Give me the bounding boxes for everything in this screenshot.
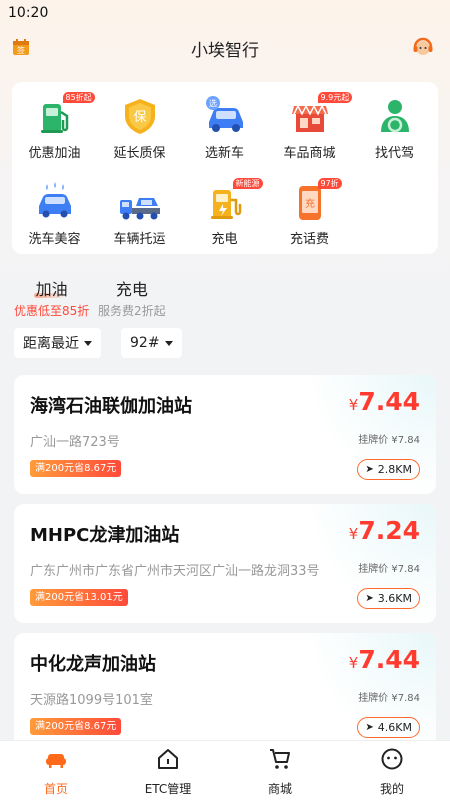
service-shop[interactable]: 9.9元起 车品商城 xyxy=(267,88,353,168)
customer-service-icon[interactable] xyxy=(412,36,434,58)
station-card[interactable]: 海湾石油联伽加油站 广汕一路723号 满200元省8.67元 ¥7.44 挂牌价… xyxy=(14,375,436,494)
station-address: 广东广州市广东省广州市天河区广汕一路龙洞33号 xyxy=(30,564,320,579)
service-label: 找代驾 xyxy=(374,146,414,161)
cart-icon xyxy=(270,749,290,769)
tab-mall[interactable]: 商城 xyxy=(224,747,336,797)
tow-truck-icon xyxy=(119,198,160,220)
service-label: 车品商城 xyxy=(283,146,336,161)
service-warranty[interactable]: 保 延长质保 xyxy=(97,88,182,168)
service-charging[interactable]: 新能源 充电 xyxy=(182,174,267,254)
tab-subtitle: 服务费2折起 xyxy=(98,304,166,318)
tab-label: 我的 xyxy=(379,782,404,796)
service-fuel[interactable]: 85折起 优惠加油 xyxy=(12,88,97,168)
car-wash-icon xyxy=(38,182,71,218)
service-label: 洗车美容 xyxy=(28,232,81,247)
station-name: MHPC龙津加油站 xyxy=(30,525,180,546)
tab-charging[interactable]: 充电 服务费2折起 xyxy=(98,276,166,319)
fuel-type-value: 92# xyxy=(130,335,160,351)
listed-price: 挂牌价 ¥7.84 xyxy=(358,435,420,446)
service-label: 延长质保 xyxy=(113,146,166,161)
station-address: 广汕一路723号 xyxy=(30,435,120,450)
tab-label: 充电 xyxy=(115,280,148,299)
status-bar: 10:20 xyxy=(0,0,450,26)
new-car-icon: 选 xyxy=(205,96,243,132)
sort-value: 距离最近 xyxy=(23,336,79,352)
svg-text:保: 保 xyxy=(133,110,146,125)
service-label: 优惠加油 xyxy=(28,146,81,161)
service-grid: 85折起 优惠加油 保 延长质保 选 选新车 9.9元起 车品商城 找代驾 洗车… xyxy=(12,82,438,254)
discount-price: ¥7.44 xyxy=(348,387,420,416)
status-time: 10:20 xyxy=(8,5,49,21)
tab-label: 加油 xyxy=(35,280,68,299)
tab-fuel[interactable]: 加油 优惠低至85折 xyxy=(14,276,89,319)
distance-button[interactable]: ➤ 2.8KM xyxy=(357,459,420,480)
service-driver[interactable]: 找代驾 xyxy=(352,88,437,168)
service-label: 充电 xyxy=(211,232,238,247)
navigation-arrow-icon: ➤ xyxy=(365,722,374,733)
caret-down-icon xyxy=(164,340,173,346)
promo-badge: 满200元省8.67元 xyxy=(30,460,122,477)
service-tag: 新能源 xyxy=(232,178,263,189)
bottom-tab-bar: 首页 ETC管理 商城 我的 xyxy=(0,740,450,800)
service-car-wash[interactable]: 洗车美容 xyxy=(12,174,97,254)
service-label: 选新车 xyxy=(204,146,244,161)
distance-button[interactable]: ➤ 4.6KM xyxy=(357,717,420,738)
service-new-car[interactable]: 选 选新车 xyxy=(182,88,267,168)
svg-text:充: 充 xyxy=(305,197,315,210)
station-card[interactable]: 中化龙声加油站 天源路1099号101室 满200元省8.67元 ¥7.44 挂… xyxy=(14,633,436,752)
navigation-arrow-icon: ➤ xyxy=(365,593,374,604)
home-sofa-icon xyxy=(46,754,66,768)
profile-icon xyxy=(381,748,403,770)
promo-badge: 满200元省13.01元 xyxy=(30,589,128,606)
listed-price: 挂牌价 ¥7.84 xyxy=(358,693,420,704)
station-card[interactable]: MHPC龙津加油站 广东广州市广东省广州市天河区广汕一路龙洞33号 满200元省… xyxy=(14,504,436,623)
svg-text:签: 签 xyxy=(17,45,25,55)
tab-profile[interactable]: 我的 xyxy=(336,747,448,797)
service-tag: 97折 xyxy=(317,178,342,189)
service-label: 车辆托运 xyxy=(113,232,166,247)
fuel-type-dropdown[interactable]: 92# xyxy=(121,328,182,358)
tab-subtitle: 优惠低至85折 xyxy=(14,304,90,318)
app-title: 小埃智行 xyxy=(191,40,259,61)
warranty-shield-icon: 保 xyxy=(124,99,155,134)
navigation-arrow-icon: ➤ xyxy=(365,464,374,475)
driver-icon xyxy=(380,100,409,133)
tab-etc[interactable]: ETC管理 xyxy=(112,747,224,797)
sort-dropdown[interactable]: 距离最近 xyxy=(14,328,101,358)
station-name: 海湾石油联伽加油站 xyxy=(30,396,192,417)
service-phone-recharge[interactable]: 充 97折 充话费 xyxy=(267,174,352,254)
discount-price: ¥7.44 xyxy=(348,645,420,674)
service-label: 充话费 xyxy=(289,232,329,247)
tab-home[interactable]: 首页 xyxy=(0,747,112,797)
service-tag: 9.9元起 xyxy=(317,92,353,103)
category-tabs: 加油 优惠低至85折 充电 服务费2折起 xyxy=(14,276,314,319)
promo-badge: 满200元省8.67元 xyxy=(30,718,122,735)
caret-down-icon xyxy=(84,340,92,346)
service-tag: 85折起 xyxy=(62,92,95,103)
calendar-icon[interactable]: 签 xyxy=(12,38,30,56)
tab-label: 商城 xyxy=(267,782,292,796)
title-bar: 签 小埃智行 xyxy=(0,28,450,68)
service-tow[interactable]: 车辆托运 xyxy=(97,174,182,254)
discount-price: ¥7.24 xyxy=(348,516,420,545)
station-address: 天源路1099号101室 xyxy=(30,693,153,708)
station-name: 中化龙声加油站 xyxy=(30,654,156,675)
etc-house-icon xyxy=(158,749,178,769)
distance-button[interactable]: ➤ 3.6KM xyxy=(357,588,420,609)
tab-label: ETC管理 xyxy=(144,782,192,796)
listed-price: 挂牌价 ¥7.84 xyxy=(358,564,420,575)
tab-label: 首页 xyxy=(43,782,68,796)
svg-text:选: 选 xyxy=(209,98,217,108)
